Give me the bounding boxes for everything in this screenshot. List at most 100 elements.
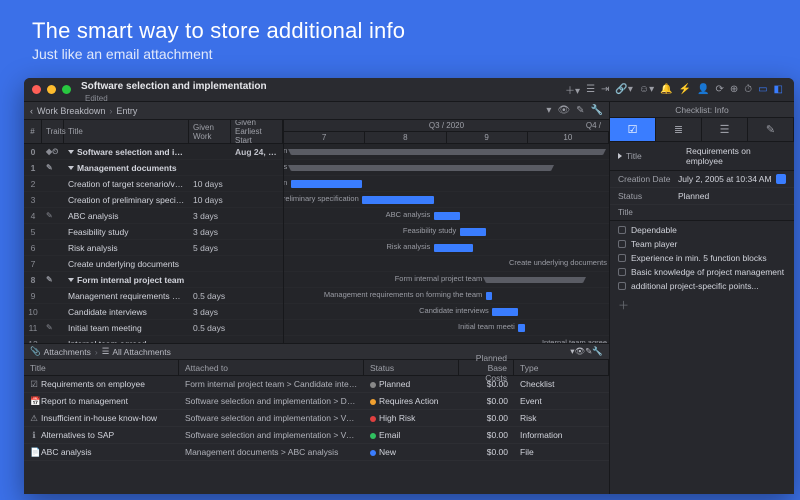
- zoom-icon[interactable]: [62, 85, 71, 94]
- gantt-row[interactable]: Management documents: [284, 160, 609, 176]
- smile-icon[interactable]: ☺▾: [639, 84, 654, 95]
- gantt-row[interactable]: ABC analysis: [284, 208, 609, 224]
- ahdr-attached[interactable]: Attached to: [179, 360, 364, 375]
- task-row[interactable]: 11✎Initial team meeting0.5 days: [24, 320, 283, 336]
- gantt-chart[interactable]: Q3 / 2020Q4 / 78910 Software selection a…: [284, 120, 609, 343]
- attach-icon: 📎: [30, 346, 41, 357]
- attachment-row[interactable]: ☑Requirements on employeeForm internal p…: [24, 376, 609, 393]
- gantt-row[interactable]: Creation of preliminary specification: [284, 192, 609, 208]
- panel-right-icon[interactable]: ◧: [774, 84, 783, 95]
- attachment-row[interactable]: ℹAlternatives to SAPSoftware selection a…: [24, 427, 609, 444]
- gantt-row[interactable]: Feasibility study: [284, 224, 609, 240]
- checkbox-icon[interactable]: [618, 226, 626, 234]
- insp-title-val[interactable]: Requirements on employee: [686, 146, 786, 166]
- list-icon[interactable]: ☰: [586, 84, 595, 95]
- gantt-row[interactable]: Create underlying documents: [284, 256, 609, 272]
- date-picker-icon[interactable]: [776, 174, 786, 184]
- gantt-row[interactable]: Risk analysis: [284, 240, 609, 256]
- gantt-row[interactable]: Creation of target scenario/vision: [284, 176, 609, 192]
- checklist-item[interactable]: Dependable: [610, 223, 794, 237]
- crumb-a[interactable]: Work Breakdown: [37, 106, 105, 116]
- attach-eye-icon[interactable]: 👁: [574, 346, 585, 357]
- ahdr-status[interactable]: Status: [364, 360, 459, 375]
- gantt-week: 9: [447, 132, 528, 143]
- eye-icon[interactable]: 👁: [557, 105, 570, 116]
- checklist-item[interactable]: Experience in min. 5 function blocks: [610, 251, 794, 265]
- bell-icon[interactable]: 🔔: [660, 84, 672, 95]
- gantt-row[interactable]: Form internal project team: [284, 272, 609, 288]
- task-row[interactable]: 8✎Form internal project team: [24, 272, 283, 288]
- checkbox-icon[interactable]: [618, 240, 626, 248]
- task-row[interactable]: 9Management requirements on forming the …: [24, 288, 283, 304]
- marketing-sub: Just like an email attachment: [32, 46, 768, 62]
- globe-icon[interactable]: ⊕: [730, 84, 738, 95]
- gantt-row[interactable]: Initial team meeti: [284, 320, 609, 336]
- gantt-row[interactable]: Software selection and implementation: [284, 144, 609, 160]
- brush-icon[interactable]: ✎: [576, 105, 584, 116]
- timer-icon[interactable]: ⏱: [744, 84, 752, 95]
- col-traits[interactable]: Traits: [42, 120, 64, 143]
- ahdr-title[interactable]: Title: [24, 360, 179, 375]
- attachment-row[interactable]: ⚠Insufficient in-house know-howSoftware …: [24, 410, 609, 427]
- crumb-b[interactable]: Entry: [116, 106, 137, 116]
- inspector-tab-bars[interactable]: ☰: [702, 118, 748, 141]
- close-icon[interactable]: [32, 85, 41, 94]
- disclosure-icon[interactable]: [618, 153, 622, 159]
- insp-date-val[interactable]: July 2, 2005 at 10:34 AM: [678, 174, 772, 184]
- bolt-icon[interactable]: ⚡: [679, 84, 691, 95]
- insp-status-label: Status: [618, 191, 678, 201]
- attachment-row[interactable]: 📄ABC analysisManagement documents > ABC …: [24, 444, 609, 461]
- checklist-item[interactable]: Basic knowledge of project management: [610, 265, 794, 279]
- task-row[interactable]: 6Risk analysis5 days: [24, 240, 283, 256]
- col-work[interactable]: Given Work: [189, 120, 231, 143]
- task-row[interactable]: 7Create underlying documents: [24, 256, 283, 272]
- insp-status-val[interactable]: Planned: [678, 191, 786, 201]
- gantt-week: 7: [284, 132, 365, 143]
- marketing-headline: The smart way to store additional info: [32, 18, 768, 44]
- attach-crumb-a[interactable]: Attachments: [44, 347, 91, 357]
- task-row[interactable]: 2Creation of target scenario/vision10 da…: [24, 176, 283, 192]
- col-title[interactable]: Title: [64, 120, 189, 143]
- col-num[interactable]: #: [24, 120, 42, 143]
- attach-crumb-b[interactable]: All Attachments: [112, 347, 171, 357]
- wrench-icon[interactable]: 🔧: [591, 105, 603, 116]
- checklist-item[interactable]: additional project-specific points...: [610, 279, 794, 293]
- attachment-row[interactable]: 📅Report to managementSoftware selection …: [24, 393, 609, 410]
- panel-left-icon[interactable]: ▭: [758, 84, 767, 95]
- attach-list-icon: ☰: [102, 346, 110, 357]
- checkbox-icon[interactable]: [618, 268, 626, 276]
- attach-brush-icon[interactable]: ✎: [585, 346, 592, 357]
- filter-icon[interactable]: ▾: [546, 105, 551, 116]
- add-icon[interactable]: ＋▾: [565, 82, 580, 97]
- checklist-add[interactable]: ＋: [610, 295, 794, 315]
- task-row[interactable]: 1✎Management documents: [24, 160, 283, 176]
- crumb-back-icon[interactable]: ‹: [30, 106, 33, 116]
- titlebar: Software selection and implementation Ed…: [24, 78, 794, 102]
- ahdr-type[interactable]: Type: [514, 360, 609, 375]
- task-row[interactable]: 10Candidate interviews3 days: [24, 304, 283, 320]
- gantt-row[interactable]: Candidate interviews: [284, 304, 609, 320]
- inspector-tab-list[interactable]: ≣: [656, 118, 702, 141]
- col-start[interactable]: Given Earliest Start: [231, 120, 283, 143]
- inspector-tab-edit[interactable]: ✎: [748, 118, 794, 141]
- link-icon[interactable]: 🔗▾: [615, 84, 632, 95]
- task-row[interactable]: 3Creation of preliminary specification10…: [24, 192, 283, 208]
- indent-icon[interactable]: ⇥: [601, 84, 609, 95]
- task-row[interactable]: 4✎ABC analysis3 days: [24, 208, 283, 224]
- checkbox-icon[interactable]: [618, 282, 626, 290]
- task-row[interactable]: 0◆⏲Software selection and implementation…: [24, 144, 283, 160]
- checkbox-icon[interactable]: [618, 254, 626, 262]
- sync-icon[interactable]: ⟳: [716, 84, 724, 95]
- attach-wrench-icon[interactable]: 🔧: [592, 346, 603, 357]
- ahdr-cost[interactable]: Planned Base Costs: [459, 360, 514, 375]
- task-row[interactable]: 5Feasibility study3 days: [24, 224, 283, 240]
- inspector: Checklist: Info ☑ ≣ ☰ ✎ Title Requiremen…: [609, 102, 794, 494]
- minimize-icon[interactable]: [47, 85, 56, 94]
- checklist-item[interactable]: Team player: [610, 237, 794, 251]
- user-icon[interactable]: 👤: [697, 84, 709, 95]
- gantt-week: 10: [528, 132, 609, 143]
- inspector-tab-check[interactable]: ☑: [610, 118, 656, 141]
- gantt-row[interactable]: Internal team agree: [284, 336, 609, 343]
- task-row[interactable]: 12Internal team agreed: [24, 336, 283, 344]
- gantt-row[interactable]: Management requirements on forming the t…: [284, 288, 609, 304]
